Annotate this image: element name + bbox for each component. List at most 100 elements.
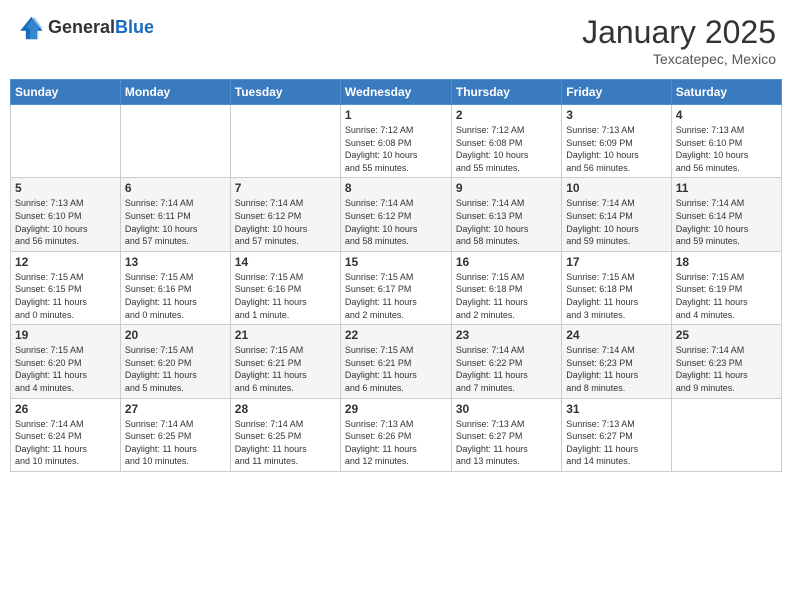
calendar-week-row: 12Sunrise: 7:15 AM Sunset: 6:15 PM Dayli… [11, 251, 782, 324]
day-info: Sunrise: 7:14 AM Sunset: 6:11 PM Dayligh… [125, 197, 226, 247]
day-info: Sunrise: 7:15 AM Sunset: 6:19 PM Dayligh… [676, 271, 777, 321]
logo-blue: Blue [115, 17, 154, 37]
day-number: 11 [676, 181, 777, 195]
day-info: Sunrise: 7:15 AM Sunset: 6:18 PM Dayligh… [566, 271, 666, 321]
day-number: 10 [566, 181, 666, 195]
day-number: 28 [235, 402, 336, 416]
calendar-cell: 22 Sunrise: 7:15 AM Sunset: 6:21 PM Dayli… [340, 325, 451, 398]
day-info: Sunrise: 7:15 AM Sunset: 6:21 PM Dayligh… [345, 344, 447, 394]
day-number: 27 [125, 402, 226, 416]
day-info: Sunrise: 7:13 AM Sunset: 6:10 PM Dayligh… [15, 197, 116, 247]
day-info: Sunrise: 7:14 AM Sunset: 6:12 PM Dayligh… [235, 197, 336, 247]
weekday-header-row: SundayMondayTuesdayWednesdayThursdayFrid… [11, 80, 782, 105]
day-number: 19 [15, 328, 116, 342]
day-info: Sunrise: 7:15 AM Sunset: 6:16 PM Dayligh… [125, 271, 226, 321]
day-number: 23 [456, 328, 557, 342]
day-number: 26 [15, 402, 116, 416]
day-number: 25 [676, 328, 777, 342]
day-number: 1 [345, 108, 447, 122]
calendar-week-row: 26 Sunrise: 7:14 AM Sunset: 6:24 PM Dayli… [11, 398, 782, 471]
day-info: Sunrise: 7:14 AM Sunset: 6:14 PM Dayligh… [566, 197, 666, 247]
logo: GeneralBlue [16, 14, 154, 42]
day-info: Sunrise: 7:15 AM Sunset: 6:20 PM Dayligh… [15, 344, 116, 394]
calendar-cell: 3 Sunrise: 7:13 AM Sunset: 6:09 PM Daylig… [562, 105, 671, 178]
day-info: Sunrise: 7:15 AM Sunset: 6:16 PM Dayligh… [235, 271, 336, 321]
day-info: Sunrise: 7:13 AM Sunset: 6:27 PM Dayligh… [456, 418, 557, 468]
day-number: 3 [566, 108, 666, 122]
weekday-header: Friday [562, 80, 671, 105]
day-info: Sunrise: 7:14 AM Sunset: 6:14 PM Dayligh… [676, 197, 777, 247]
calendar-cell: 18 Sunrise: 7:15 AM Sunset: 6:19 PM Dayli… [671, 251, 781, 324]
day-info: Sunrise: 7:15 AM Sunset: 6:20 PM Dayligh… [125, 344, 226, 394]
day-info: Sunrise: 7:14 AM Sunset: 6:25 PM Dayligh… [235, 418, 336, 468]
calendar-cell: 14Sunrise: 7:15 AM Sunset: 6:16 PM Dayli… [230, 251, 340, 324]
day-number: 6 [125, 181, 226, 195]
day-number: 9 [456, 181, 557, 195]
day-info: Sunrise: 7:12 AM Sunset: 6:08 PM Dayligh… [345, 124, 447, 174]
month-title: January 2025 [582, 14, 776, 51]
calendar-cell: 11 Sunrise: 7:14 AM Sunset: 6:14 PM Dayli… [671, 178, 781, 251]
day-number: 20 [125, 328, 226, 342]
calendar-week-row: 1 Sunrise: 7:12 AM Sunset: 6:08 PM Daylig… [11, 105, 782, 178]
logo-general: General [48, 17, 115, 37]
day-info: Sunrise: 7:12 AM Sunset: 6:08 PM Dayligh… [456, 124, 557, 174]
day-info: Sunrise: 7:14 AM Sunset: 6:23 PM Dayligh… [566, 344, 666, 394]
weekday-header: Thursday [451, 80, 561, 105]
calendar-cell: 29Sunrise: 7:13 AM Sunset: 6:26 PM Dayli… [340, 398, 451, 471]
day-info: Sunrise: 7:14 AM Sunset: 6:22 PM Dayligh… [456, 344, 557, 394]
day-number: 31 [566, 402, 666, 416]
calendar-cell: 16Sunrise: 7:15 AM Sunset: 6:18 PM Dayli… [451, 251, 561, 324]
calendar-cell: 19 Sunrise: 7:15 AM Sunset: 6:20 PM Dayli… [11, 325, 121, 398]
day-info: Sunrise: 7:13 AM Sunset: 6:10 PM Dayligh… [676, 124, 777, 174]
calendar-cell: 12Sunrise: 7:15 AM Sunset: 6:15 PM Dayli… [11, 251, 121, 324]
day-info: Sunrise: 7:14 AM Sunset: 6:24 PM Dayligh… [15, 418, 116, 468]
day-number: 13 [125, 255, 226, 269]
day-info: Sunrise: 7:15 AM Sunset: 6:17 PM Dayligh… [345, 271, 447, 321]
calendar-cell [671, 398, 781, 471]
calendar-cell: 28 Sunrise: 7:14 AM Sunset: 6:25 PM Dayli… [230, 398, 340, 471]
day-number: 7 [235, 181, 336, 195]
calendar-cell: 20 Sunrise: 7:15 AM Sunset: 6:20 PM Dayli… [120, 325, 230, 398]
calendar-cell: 5 Sunrise: 7:13 AM Sunset: 6:10 PM Daylig… [11, 178, 121, 251]
day-number: 17 [566, 255, 666, 269]
day-number: 12 [15, 255, 116, 269]
day-number: 18 [676, 255, 777, 269]
calendar-cell: 4Sunrise: 7:13 AM Sunset: 6:10 PM Daylig… [671, 105, 781, 178]
location-title: Texcatepec, Mexico [582, 51, 776, 67]
day-number: 8 [345, 181, 447, 195]
calendar-cell [11, 105, 121, 178]
day-number: 5 [15, 181, 116, 195]
day-number: 22 [345, 328, 447, 342]
calendar-cell: 13 Sunrise: 7:15 AM Sunset: 6:16 PM Dayli… [120, 251, 230, 324]
calendar-cell: 24 Sunrise: 7:14 AM Sunset: 6:23 PM Dayli… [562, 325, 671, 398]
calendar-cell: 10 Sunrise: 7:14 AM Sunset: 6:14 PM Dayli… [562, 178, 671, 251]
calendar: SundayMondayTuesdayWednesdayThursdayFrid… [10, 79, 782, 472]
calendar-cell: 2 Sunrise: 7:12 AM Sunset: 6:08 PM Daylig… [451, 105, 561, 178]
day-info: Sunrise: 7:13 AM Sunset: 6:27 PM Dayligh… [566, 418, 666, 468]
calendar-cell: 9 Sunrise: 7:14 AM Sunset: 6:13 PM Daylig… [451, 178, 561, 251]
calendar-cell: 1 Sunrise: 7:12 AM Sunset: 6:08 PM Daylig… [340, 105, 451, 178]
calendar-cell: 25Sunrise: 7:14 AM Sunset: 6:23 PM Dayli… [671, 325, 781, 398]
day-number: 15 [345, 255, 447, 269]
logo-icon [16, 14, 44, 42]
calendar-cell: 27 Sunrise: 7:14 AM Sunset: 6:25 PM Dayli… [120, 398, 230, 471]
calendar-week-row: 5 Sunrise: 7:13 AM Sunset: 6:10 PM Daylig… [11, 178, 782, 251]
page: GeneralBlue January 2025 Texcatepec, Mex… [0, 0, 792, 612]
day-number: 21 [235, 328, 336, 342]
calendar-cell: 6 Sunrise: 7:14 AM Sunset: 6:11 PM Daylig… [120, 178, 230, 251]
weekday-header: Sunday [11, 80, 121, 105]
calendar-cell: 21Sunrise: 7:15 AM Sunset: 6:21 PM Dayli… [230, 325, 340, 398]
weekday-header: Tuesday [230, 80, 340, 105]
calendar-cell: 8 Sunrise: 7:14 AM Sunset: 6:12 PM Daylig… [340, 178, 451, 251]
weekday-header: Saturday [671, 80, 781, 105]
day-info: Sunrise: 7:14 AM Sunset: 6:12 PM Dayligh… [345, 197, 447, 247]
calendar-cell [230, 105, 340, 178]
day-number: 2 [456, 108, 557, 122]
day-info: Sunrise: 7:14 AM Sunset: 6:13 PM Dayligh… [456, 197, 557, 247]
header-area: GeneralBlue January 2025 Texcatepec, Mex… [10, 10, 782, 71]
day-info: Sunrise: 7:13 AM Sunset: 6:09 PM Dayligh… [566, 124, 666, 174]
day-number: 24 [566, 328, 666, 342]
day-info: Sunrise: 7:14 AM Sunset: 6:25 PM Dayligh… [125, 418, 226, 468]
logo-text: GeneralBlue [48, 18, 154, 38]
calendar-cell: 30Sunrise: 7:13 AM Sunset: 6:27 PM Dayli… [451, 398, 561, 471]
